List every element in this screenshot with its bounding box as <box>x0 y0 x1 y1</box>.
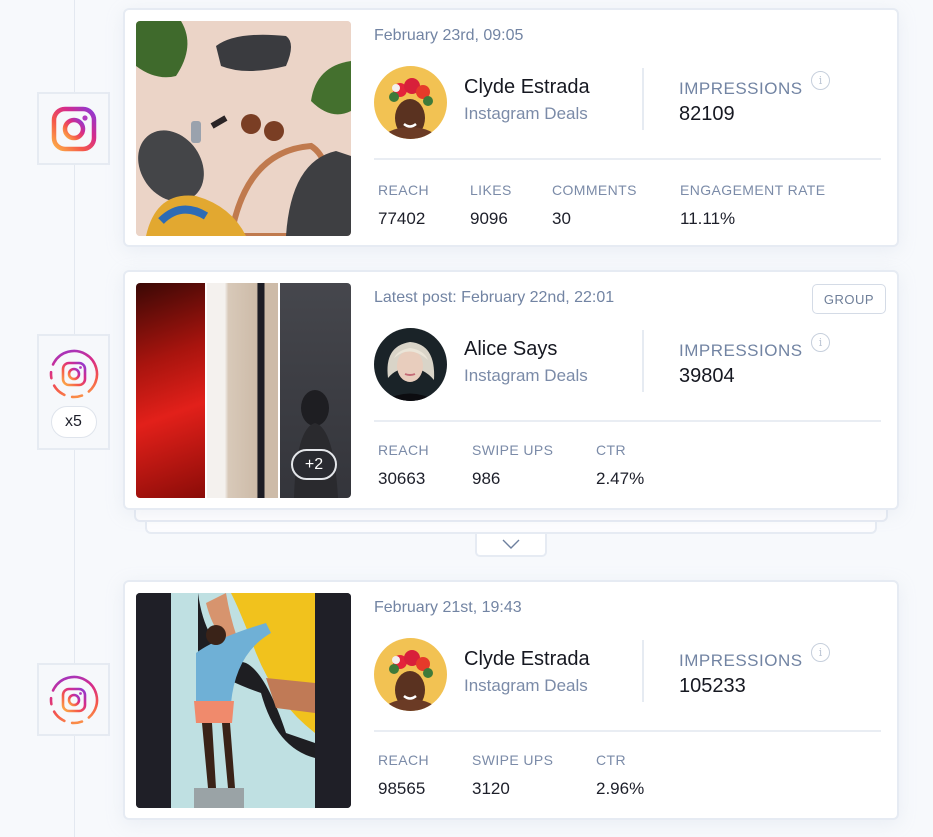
stat-label-reach: REACH <box>378 752 430 768</box>
story-count-badge: x5 <box>50 406 97 438</box>
author-source: Instagram Deals <box>464 104 588 123</box>
divider <box>642 330 644 392</box>
expand-group-button[interactable] <box>475 533 547 557</box>
author-name[interactable]: Clyde Estrada <box>464 648 590 671</box>
stat-value-reach: 98565 <box>378 779 426 798</box>
stat-label-reach: REACH <box>378 182 430 198</box>
stat-label-engagement-rate: ENGAGEMENT RATE <box>680 182 826 198</box>
story-thumbnail[interactable] <box>136 283 205 498</box>
post-card[interactable]: February 23rd, 09:05 Clyde Estrada Insta… <box>123 8 899 247</box>
impressions-label: IMPRESSIONS <box>679 341 803 360</box>
instagram-story-icon <box>49 349 98 399</box>
stat-value-reach: 77402 <box>378 209 426 228</box>
post-date: Latest post: February 22nd, 22:01 <box>374 289 615 306</box>
divider <box>642 68 644 130</box>
impressions-value: 39804 <box>679 365 735 387</box>
story-thumbnail[interactable] <box>207 283 278 498</box>
post-thumbnail[interactable] <box>136 21 351 236</box>
stat-value-swipe-ups: 3120 <box>472 779 510 798</box>
info-icon[interactable]: i <box>811 71 830 90</box>
stat-value-likes: 9096 <box>470 209 508 228</box>
author-name[interactable]: Clyde Estrada <box>464 76 590 99</box>
stat-label-ctr: CTR <box>596 752 626 768</box>
stat-value-swipe-ups: 986 <box>472 469 501 488</box>
author-name[interactable]: Alice Says <box>464 338 557 361</box>
stat-value-engagement-rate: 11.11% <box>680 209 736 228</box>
story-group-card[interactable]: +2 Latest post: February 22nd, 22:01 GRO… <box>123 270 899 510</box>
timeline-node-story <box>37 663 110 736</box>
post-date: February 21st, 19:43 <box>374 599 522 616</box>
story-card[interactable]: February 21st, 19:43 Clyde Estrada Insta… <box>123 580 899 820</box>
stat-label-ctr: CTR <box>596 442 626 458</box>
author-avatar[interactable] <box>374 328 447 401</box>
stat-value-comments: 30 <box>552 209 571 228</box>
divider <box>374 730 881 732</box>
stat-value-ctr: 2.47% <box>596 469 645 488</box>
flatlay-photo <box>136 21 351 236</box>
timeline-node-story-group: x5 <box>37 334 110 450</box>
divider <box>374 420 881 422</box>
stat-value-reach: 30663 <box>378 469 426 488</box>
info-icon[interactable]: i <box>811 643 830 662</box>
stat-label-comments: COMMENTS <box>552 182 637 198</box>
impressions-value: 82109 <box>679 103 735 125</box>
story-thumbnail[interactable] <box>136 593 351 808</box>
author-avatar[interactable] <box>374 638 447 711</box>
impressions-value: 105233 <box>679 675 746 697</box>
post-date: February 23rd, 09:05 <box>374 27 524 44</box>
impressions-label: IMPRESSIONS <box>679 79 803 98</box>
author-source: Instagram Deals <box>464 366 588 385</box>
story-photo <box>136 593 351 808</box>
chevron-down-icon <box>502 539 520 549</box>
info-icon[interactable]: i <box>811 333 830 352</box>
more-stories-badge[interactable]: +2 <box>291 449 337 480</box>
instagram-story-icon <box>49 675 98 724</box>
group-button[interactable]: GROUP <box>811 284 886 314</box>
author-source: Instagram Deals <box>464 676 588 695</box>
stat-label-swipe-ups: SWIPE UPS <box>472 442 554 458</box>
timeline-node-post <box>37 92 110 165</box>
story-thumbnails[interactable]: +2 <box>136 283 351 498</box>
impressions-label: IMPRESSIONS <box>679 651 803 670</box>
stat-value-ctr: 2.96% <box>596 779 645 798</box>
author-avatar[interactable] <box>374 66 447 139</box>
divider <box>642 640 644 702</box>
stat-label-swipe-ups: SWIPE UPS <box>472 752 554 768</box>
divider <box>374 158 881 160</box>
stat-label-likes: LIKES <box>470 182 512 198</box>
instagram-post-icon <box>51 106 96 151</box>
stat-label-reach: REACH <box>378 442 430 458</box>
